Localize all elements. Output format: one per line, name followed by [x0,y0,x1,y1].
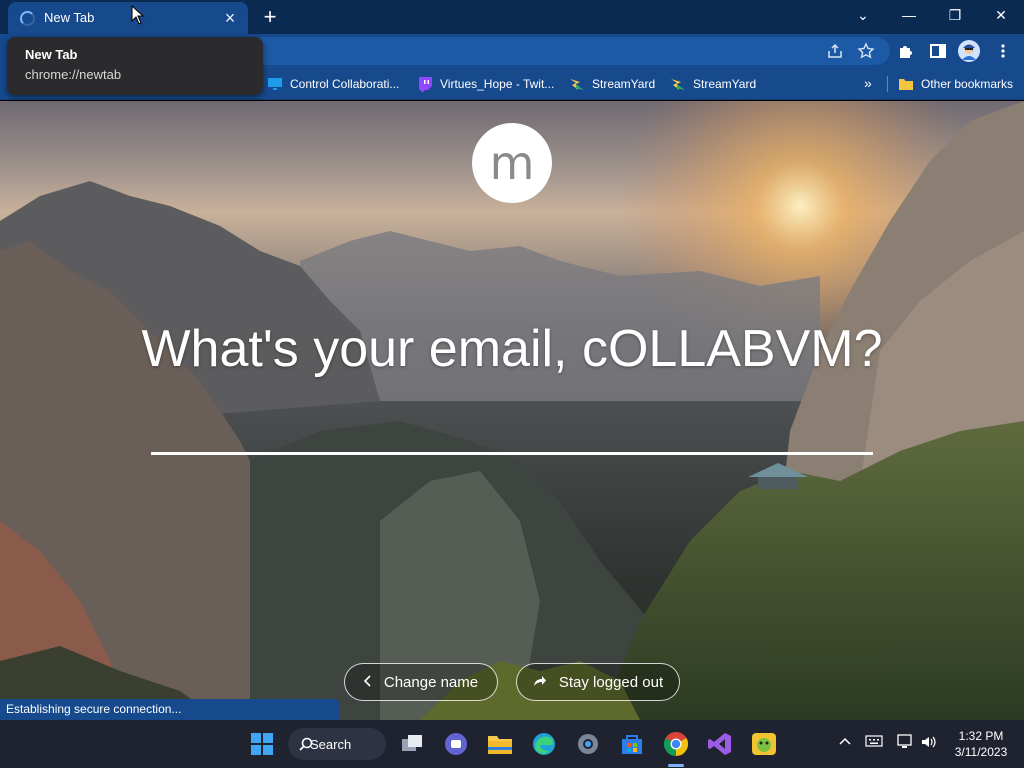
other-bookmarks-folder[interactable]: Other bookmarks [898,75,1013,93]
keyboard-icon[interactable] [865,734,883,751]
file-explorer-icon[interactable] [486,730,514,758]
twitch-icon [419,77,432,92]
change-name-label: Change name [383,673,479,691]
bookmarks-divider [887,76,888,92]
extensions-puzzle-icon[interactable] [897,42,915,60]
search-icon [299,737,313,754]
mouse-cursor-icon [131,5,145,25]
tab-close-icon[interactable]: × [220,8,240,28]
volume-icon[interactable] [920,734,938,753]
tab-hover-tooltip: New Tab chrome://newtab [7,37,263,95]
bookmark-label: StreamYard [592,77,656,91]
folder-icon [899,79,913,90]
monitor-icon [268,78,282,90]
clock-time: 1:32 PM [958,729,1004,743]
restore-button[interactable]: ❐ [940,4,970,26]
new-tab-button[interactable]: + [258,5,282,29]
bookmark-control-collaboration[interactable]: Control Collaborati... [267,75,399,93]
tab-title: New Tab [44,10,95,25]
minimize-button[interactable]: — [894,4,924,26]
profile-avatar: m [472,123,552,203]
bookmark-streamyard-1[interactable]: StreamYard [569,75,655,93]
stay-logged-out-label: Stay logged out [558,673,664,691]
search-label: Search [310,736,352,752]
tab-new-tab[interactable]: New Tab × [8,2,248,34]
active-app-indicator [668,764,684,767]
microsoft-store-icon[interactable] [618,730,646,758]
bookmark-label: Virtues_Hope - Twit... [440,77,555,91]
clock-date: 3/11/2023 [954,745,1008,759]
start-windows-icon[interactable] [248,730,276,758]
tooltip-url: chrome://newtab [25,67,122,82]
bookmark-label: Control Collaborati... [290,77,400,91]
task-view-icon[interactable] [398,730,426,758]
windows-taskbar: Search 1:32 PM 3/11/2023 [0,720,1024,768]
loading-spinner-icon [20,11,35,26]
teams-chat-icon[interactable] [442,730,470,758]
bookmark-virtues-hope-twitch[interactable]: Virtues_Hope - Twit... [417,75,554,93]
screen: New Tab × + ⌄ — ❐ ✕ Control Collaborati.… [0,0,1024,768]
forward-arrow-icon [533,674,547,690]
profile-avatar-icon[interactable] [958,40,980,62]
tab-search-dropdown-icon[interactable]: ⌄ [848,4,878,26]
new-tab-page: m What's your email, cOLLABVM? Change na… [0,101,1024,720]
chrome-menu-icon[interactable] [994,42,1012,60]
game-app-icon[interactable] [750,730,778,758]
change-name-button[interactable]: Change name [344,663,498,701]
chevron-left-icon [363,674,372,690]
chrome-browser-icon[interactable] [662,730,690,758]
more-bookmarks-chevron-icon[interactable]: » [864,75,872,91]
email-prompt-heading: What's your email, cOLLABVM? [141,320,883,378]
show-hidden-icons-chevron[interactable] [838,734,852,751]
close-window-button[interactable]: ✕ [986,4,1016,26]
bookmark-label: StreamYard [693,77,757,91]
address-bar[interactable] [250,37,890,65]
status-bubble: Establishing secure connection... [0,699,339,720]
side-panel-icon[interactable] [929,42,947,60]
system-clock[interactable]: 1:32 PM 3/11/2023 [946,728,1016,760]
taskbar-search-button[interactable]: Search [288,728,386,760]
tooltip-title: New Tab [25,47,78,62]
bookmark-streamyard-2[interactable]: StreamYard [670,75,756,93]
streamyard-icon [570,79,584,90]
stay-logged-out-button[interactable]: Stay logged out [516,663,680,701]
visual-studio-icon[interactable] [706,730,734,758]
network-icon[interactable] [897,734,915,753]
streamyard-icon [671,79,685,90]
bookmark-star-icon[interactable] [857,42,875,60]
tab-strip: New Tab × + ⌄ — ❐ ✕ [0,0,1024,34]
bookmark-label: Other bookmarks [921,77,1014,91]
settings-gear-icon[interactable] [574,730,602,758]
email-input[interactable] [151,407,873,455]
edge-browser-icon[interactable] [530,730,558,758]
share-icon[interactable] [826,42,844,60]
